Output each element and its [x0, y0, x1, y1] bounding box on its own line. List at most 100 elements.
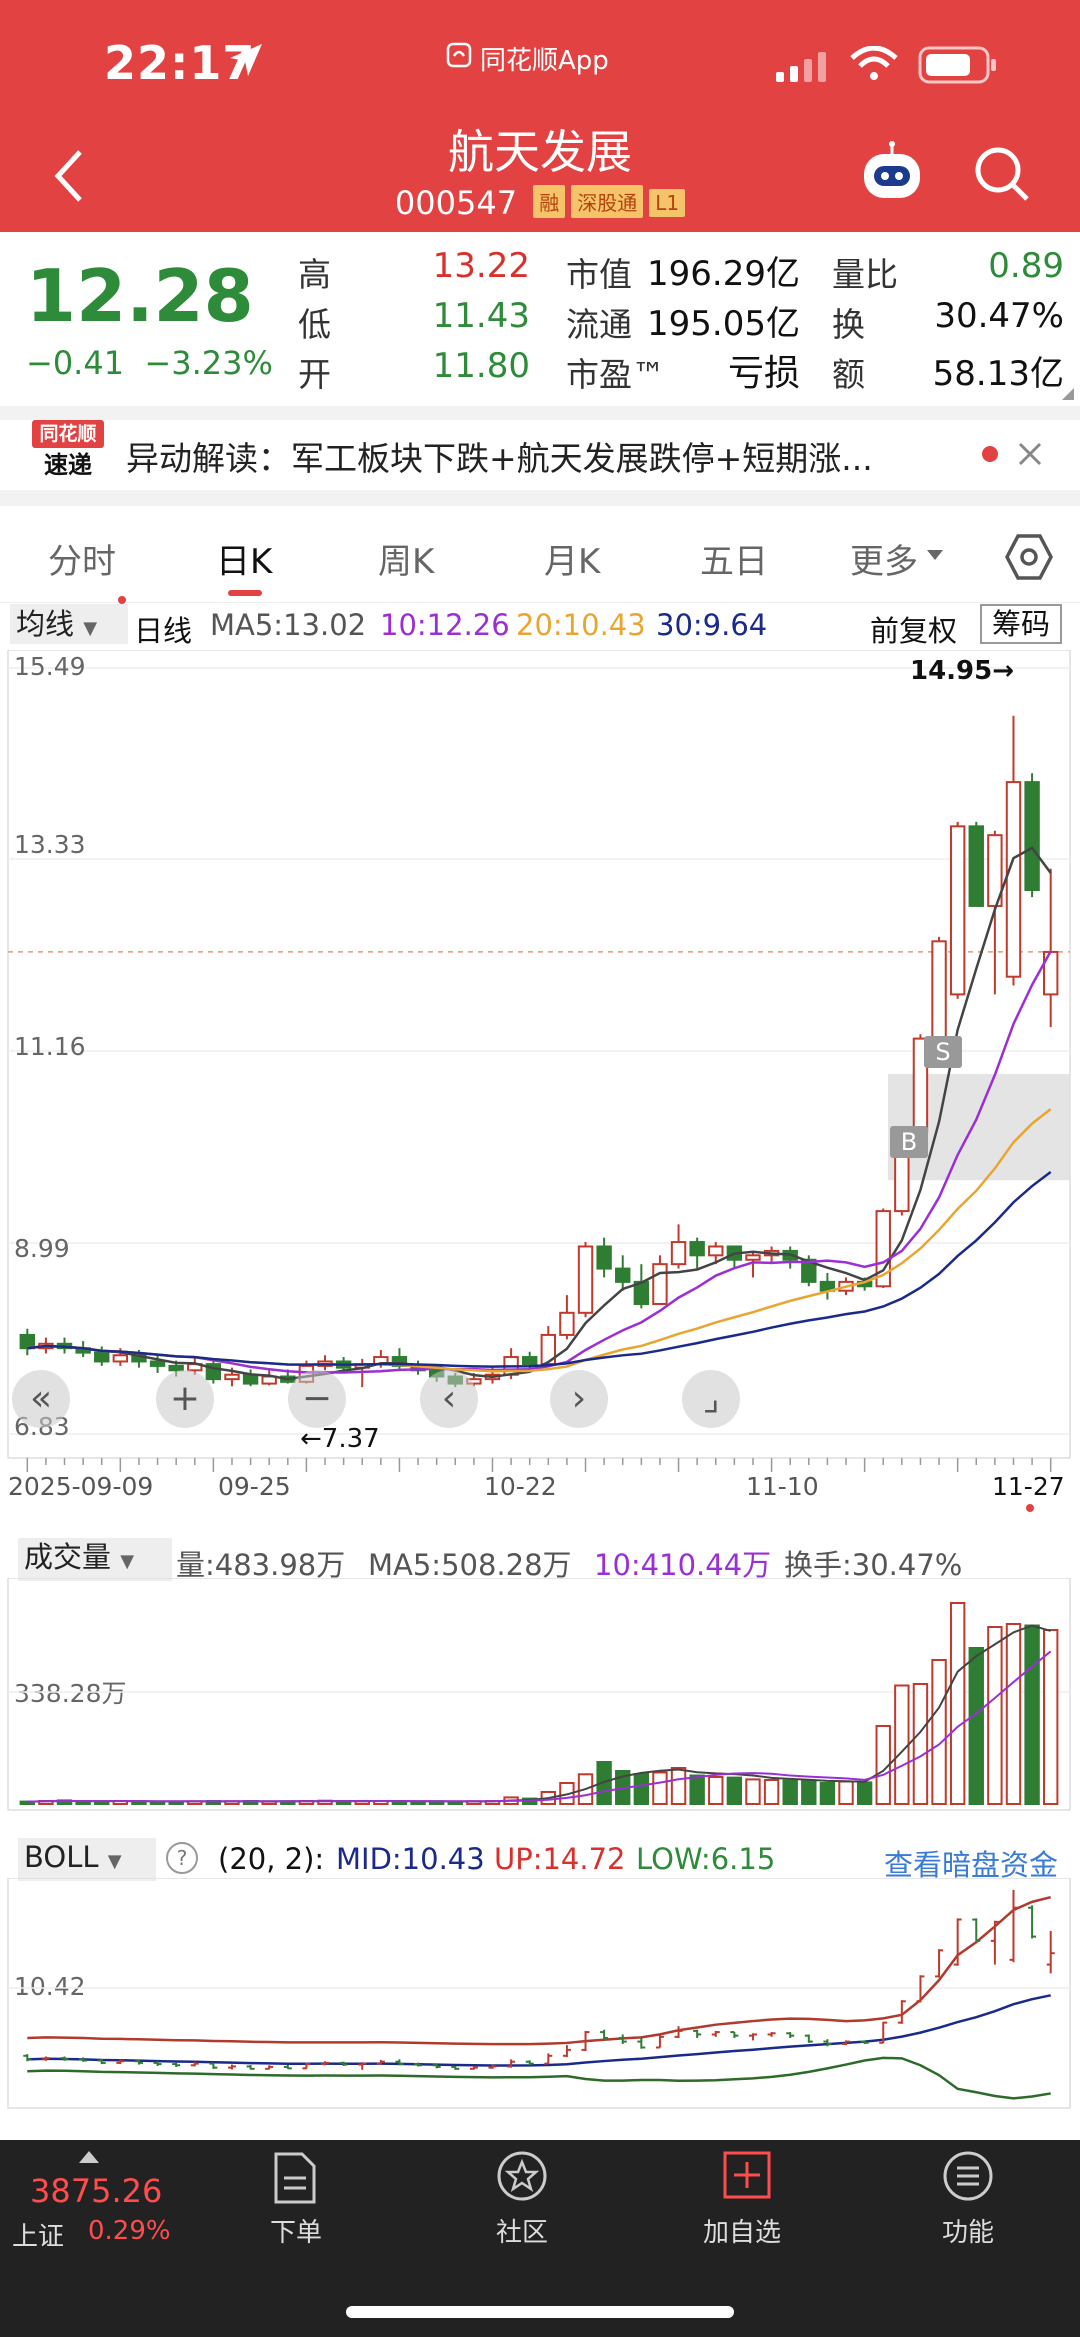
boll-mid-line: [27, 1994, 1051, 2067]
fullscreen-button[interactable]: ⌟: [682, 1370, 740, 1428]
candle-body: [670, 1241, 687, 1266]
ma-period: 日线: [134, 614, 193, 648]
index-percent: 0.29%: [88, 2216, 171, 2246]
close-icon[interactable]: [1016, 440, 1044, 468]
boll-low: LOW:6.15: [636, 1842, 776, 1876]
candle-body: [1005, 781, 1022, 978]
y-label-top: 15.49: [14, 652, 86, 681]
bottom-nav: 3875.26 上证 0.29% 下单 社区 加自选 功能: [0, 2140, 1080, 2337]
volume-selector-label: 成交量: [24, 1540, 112, 1574]
volume-bar: [838, 1780, 854, 1805]
volume-bar: [782, 1779, 798, 1806]
last-price: 12.28: [26, 254, 254, 338]
chips-button[interactable]: 筹码: [980, 604, 1063, 644]
volume-selector[interactable]: 成交量 ▼: [18, 1538, 172, 1581]
nav-community[interactable]: 社区: [452, 2212, 592, 2249]
indicator-selector-label: 均线: [16, 607, 75, 641]
tab-more[interactable]: 更多: [850, 534, 918, 583]
boll-selector-label: BOLL: [24, 1840, 99, 1874]
news-text: 军工板块下跌+航天发展跌停+短期涨...: [291, 439, 873, 478]
boll-upper-line: [27, 1895, 1052, 2046]
candle-body: [745, 1254, 761, 1261]
candle-body: [112, 1354, 129, 1363]
news-ticker[interactable]: 同花顺 速递 异动解读：军工板块下跌+航天发展跌停+短期涨...: [0, 420, 1080, 488]
settings-hex-icon[interactable]: [1004, 532, 1054, 582]
volume-bar: [856, 1781, 873, 1805]
volume-bar: [670, 1767, 687, 1805]
candle-body: [577, 1245, 594, 1314]
robot-assistant-icon[interactable]: [856, 140, 928, 204]
scroll-far-left-button[interactable]: «: [12, 1370, 70, 1428]
adjust-mode[interactable]: 前复权: [870, 608, 957, 650]
boll-chart[interactable]: [0, 1878, 1080, 2118]
tag-level: L1: [649, 189, 686, 217]
high-value: 13.22: [432, 246, 530, 286]
x-label-4: 11-27: [992, 1472, 1065, 1501]
volume-bar: [819, 1782, 836, 1805]
tag-connect: 深股通: [571, 185, 644, 218]
tab-monthly-k[interactable]: 月K: [544, 534, 600, 583]
menu-icon[interactable]: [942, 2150, 994, 2202]
volume-bar: [726, 1776, 743, 1806]
volratio-label: 量比: [832, 255, 898, 294]
tab-daily-k[interactable]: 日K: [216, 534, 272, 583]
search-icon[interactable]: [972, 144, 1032, 204]
tab-weekly-k[interactable]: 周K: [378, 534, 434, 583]
divider-band-2: [0, 490, 1080, 506]
tab-five-day[interactable]: 五日: [700, 534, 768, 583]
news-text-line: 异动解读：军工板块下跌+航天发展跌停+短期涨...: [126, 432, 946, 480]
scroll-right-button[interactable]: ›: [550, 1370, 608, 1428]
volratio-value: 0.89: [988, 246, 1064, 286]
low-annotation: ←7.37: [300, 1424, 380, 1454]
candle-body: [94, 1351, 110, 1363]
x-label-0: 2025-09-09: [8, 1472, 154, 1501]
x-label-3: 11-10: [746, 1472, 819, 1501]
indicator-selector[interactable]: 均线 ▼: [10, 604, 128, 644]
add-watchlist-icon[interactable]: [722, 2150, 772, 2200]
chevron-down-icon: [927, 550, 943, 560]
candle-body: [968, 825, 984, 907]
zoom-in-button[interactable]: +: [156, 1370, 214, 1428]
wifi-icon: [850, 46, 898, 80]
mktcap-label: 市值: [566, 255, 632, 294]
boll-selector[interactable]: BOLL ▼: [18, 1838, 156, 1881]
change-percent: −3.23%: [144, 344, 273, 382]
sell-marker[interactable]: S: [924, 1036, 962, 1068]
volume-bar: [931, 1659, 947, 1805]
ma20-value: 20:10.43: [516, 608, 646, 642]
volume-bar: [949, 1602, 966, 1805]
tab-intraday[interactable]: 分时: [48, 534, 116, 583]
community-icon[interactable]: [496, 2150, 548, 2202]
nav-functions[interactable]: 功能: [898, 2212, 1038, 2249]
zoom-out-button[interactable]: −: [288, 1370, 346, 1428]
news-logo: 同花顺 速递: [32, 420, 104, 484]
y-label-3: 11.16: [14, 1032, 86, 1061]
ma10-value: 10:12.26: [380, 608, 510, 642]
volume-bar: [1024, 1624, 1040, 1805]
candle-body: [931, 940, 947, 1040]
tag-margin: 融: [533, 185, 566, 218]
order-doc-icon[interactable]: [272, 2152, 318, 2204]
help-icon[interactable]: ?: [166, 1842, 198, 1874]
candle-body: [708, 1245, 724, 1257]
nav-order[interactable]: 下单: [226, 2212, 366, 2249]
expand-corner-icon[interactable]: [1060, 386, 1076, 402]
volume-chart[interactable]: [0, 1578, 1080, 1818]
amount-value: 58.13亿: [932, 354, 1064, 394]
status-app-label: 同花顺App: [480, 46, 609, 76]
scroll-left-button[interactable]: ‹: [420, 1370, 478, 1428]
nav-add-watchlist[interactable]: 加自选: [672, 2212, 812, 2249]
volume-bar: [689, 1774, 705, 1805]
float-value: 195.05亿: [647, 304, 800, 344]
latest-dot: [1026, 1504, 1034, 1512]
active-tab-indicator: [228, 590, 262, 596]
buy-marker[interactable]: B: [890, 1126, 928, 1158]
price-change: −0.41 −3.23%: [26, 344, 273, 382]
index-value[interactable]: 3875.26: [30, 2172, 162, 2210]
volume-bar: [968, 1647, 984, 1805]
open-label: 开: [298, 355, 331, 394]
boll-up: UP:14.72: [494, 1842, 626, 1876]
volume-bar: [987, 1626, 1003, 1805]
open-value: 11.80: [432, 346, 530, 386]
news-logo-top: 同花顺: [32, 420, 104, 448]
